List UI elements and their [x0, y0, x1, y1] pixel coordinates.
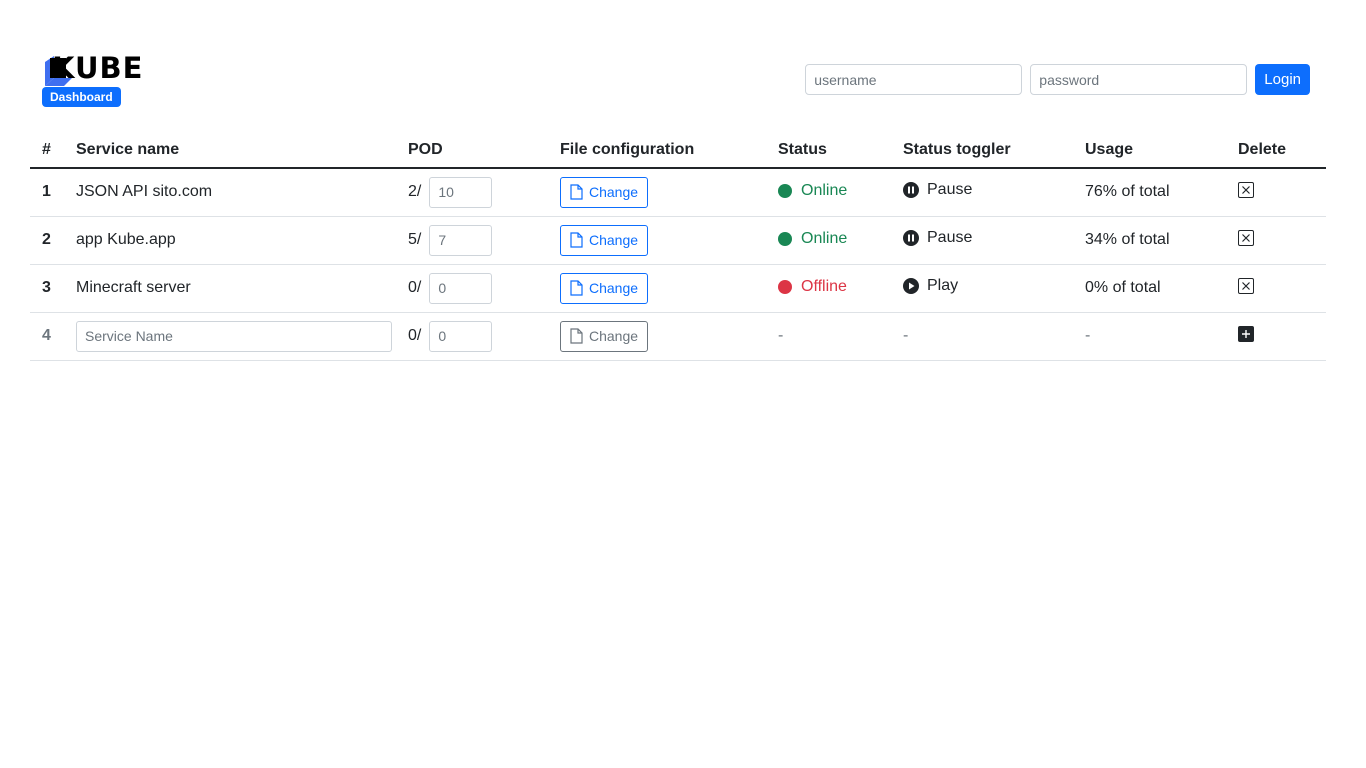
login-form: Login [805, 64, 1310, 95]
change-config-button[interactable]: Change [560, 176, 649, 208]
pod-cell: 0/ [396, 264, 548, 313]
file-icon [570, 184, 583, 200]
pause-icon [903, 230, 919, 246]
usage: 0% of total [1073, 264, 1226, 313]
file-icon [570, 232, 583, 248]
table-row: 3 Minecraft server 0/ Change Offline [30, 264, 1326, 313]
play-toggle[interactable]: Play [903, 277, 958, 295]
username-input[interactable] [805, 64, 1023, 95]
change-config-button[interactable]: Change [560, 272, 649, 304]
col-header-usage: Usage [1073, 132, 1226, 169]
delete-cell [1226, 168, 1326, 217]
col-header-delete: Delete [1226, 132, 1326, 169]
usage-placeholder: - [1073, 312, 1226, 361]
service-name-input[interactable] [76, 320, 392, 352]
file-icon [570, 280, 583, 296]
table-row: 2 app Kube.app 5/ Change Online [30, 216, 1326, 265]
pause-toggle[interactable]: Pause [903, 229, 972, 247]
toggle-label: Play [927, 277, 959, 294]
toggler-cell: Play [891, 264, 1073, 313]
pod-current: 0/ [408, 279, 422, 296]
pod-input[interactable] [429, 176, 493, 208]
status-placeholder: - [766, 312, 891, 361]
password-input[interactable] [1030, 64, 1248, 95]
toggle-placeholder: - [891, 312, 1073, 361]
toggle-label: Pause [927, 229, 973, 246]
table-row: 1 JSON API sito.com 2/ Change Online [30, 168, 1326, 217]
status-text: Online [801, 181, 848, 199]
col-header-status: Status [766, 132, 891, 169]
col-header-file: File configuration [548, 132, 766, 169]
pod-current: 0/ [408, 327, 422, 344]
add-cell [1226, 312, 1326, 361]
file-config-cell: Change [548, 312, 766, 361]
pod-input[interactable] [429, 272, 493, 304]
file-config-cell: Change [548, 216, 766, 265]
file-config-cell: Change [548, 168, 766, 217]
usage: 34% of total [1073, 216, 1226, 265]
play-icon [903, 278, 919, 294]
pod-input[interactable] [429, 320, 493, 352]
file-config-cell: Change [548, 264, 766, 313]
status-dot-icon [778, 231, 792, 246]
file-icon [570, 328, 583, 344]
change-config-button[interactable]: Change [560, 224, 649, 256]
change-config-button[interactable]: Change [560, 320, 649, 352]
col-header-toggler: Status toggler [891, 132, 1073, 169]
pod-cell: 0/ [396, 312, 548, 361]
brand-name: KUBE [52, 51, 144, 85]
col-header-pod: POD [396, 132, 548, 169]
change-label: Change [589, 184, 639, 201]
row-number: 2 [30, 216, 64, 265]
pod-input[interactable] [429, 224, 493, 256]
service-name: Minecraft server [64, 264, 396, 313]
delete-x-icon[interactable] [1238, 229, 1254, 246]
usage: 76% of total [1073, 168, 1226, 217]
pause-toggle[interactable]: Pause [903, 181, 972, 199]
row-number: 4 [30, 312, 64, 361]
service-name: JSON API sito.com [64, 168, 396, 217]
status-text: Offline [801, 277, 847, 295]
pod-current: 2/ [408, 183, 422, 201]
pod-cell: 5/ [396, 216, 548, 265]
change-label: Change [589, 232, 639, 248]
status-cell: Online [766, 216, 891, 265]
status-dot-icon [778, 183, 792, 198]
change-label: Change [589, 280, 639, 296]
delete-x-icon[interactable] [1238, 277, 1254, 294]
status-cell: Online [766, 168, 891, 217]
status-text: Online [801, 229, 848, 247]
pod-cell: 2/ [396, 168, 548, 217]
service-name-cell [64, 312, 396, 361]
status-cell: Offline [766, 264, 891, 313]
delete-cell [1226, 216, 1326, 265]
status-dot-icon [778, 279, 792, 294]
toggler-cell: Pause [891, 168, 1073, 217]
col-header-service: Service name [64, 132, 396, 169]
toggler-cell: Pause [891, 216, 1073, 265]
new-service-row: 4 0/ Change - - - [30, 312, 1326, 361]
login-button[interactable]: Login [1255, 64, 1310, 95]
change-label: Change [589, 328, 639, 344]
services-table: # Service name POD File configuration St… [30, 132, 1326, 361]
service-name: app Kube.app [64, 216, 396, 265]
delete-cell [1226, 264, 1326, 313]
table-header-row: # Service name POD File configuration St… [30, 132, 1326, 169]
add-plus-icon[interactable] [1238, 325, 1254, 342]
row-number: 1 [30, 168, 64, 217]
col-header-num: # [30, 132, 64, 169]
toggle-label: Pause [927, 181, 973, 199]
delete-x-icon[interactable] [1238, 181, 1254, 198]
pod-current: 5/ [408, 231, 422, 248]
pause-icon [903, 182, 919, 199]
row-number: 3 [30, 264, 64, 313]
dashboard-badge: Dashboard [42, 87, 121, 107]
